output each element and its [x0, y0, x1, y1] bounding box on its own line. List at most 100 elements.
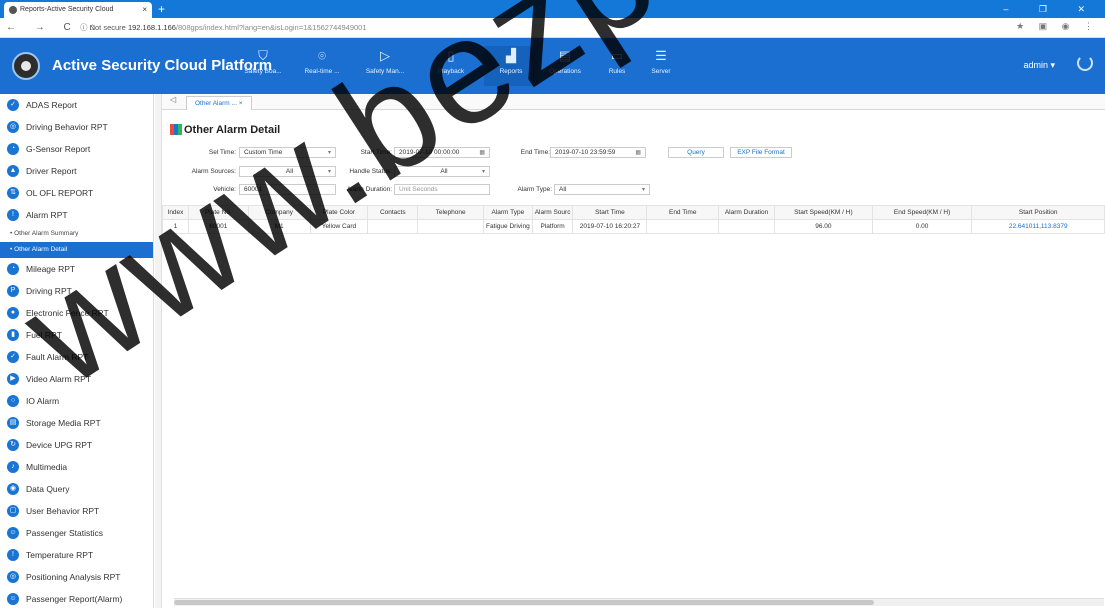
sidebar-item-multimedia[interactable]: ♪ Multimedia [0, 456, 153, 478]
table-cell: Fatigue Driving [482, 219, 533, 234]
sidebar-item-device-upg[interactable]: ↻ Device UPG RPT [0, 434, 153, 456]
query-icon: ◉ [7, 483, 19, 495]
end-time-field[interactable]: 2019-07-10 23:59:59 ▦ [550, 147, 646, 158]
extension-icons[interactable]: ★ ▣ ◉ ⋮ [1016, 21, 1099, 32]
url-field[interactable]: ⓘ Not secure 192.168.1.166/808gps/index.… [80, 20, 367, 36]
sidebar: ✓ ADAS Report ◎ Driving Behavior RPT ◔ G-Se… [0, 94, 154, 608]
column-header[interactable]: Telephone [417, 205, 484, 220]
sidebar-subitem-other-alarm-summary[interactable]: • Other Alarm Summary [0, 226, 153, 242]
column-header[interactable]: Start Time [572, 205, 648, 220]
user-behavior-icon: ▢ [7, 505, 19, 517]
address-bar: ← → C ⌂ ⓘ Not secure 192.168.1.166/808gp… [0, 18, 1105, 38]
start-position-link[interactable]: 22.641011,113.8379 [971, 219, 1105, 234]
logo-icon [12, 52, 40, 80]
column-header[interactable]: Alarm Type [482, 205, 533, 220]
sidebar-item-driving[interactable]: P Driving RPT [0, 280, 153, 302]
scrollbar-thumb[interactable] [174, 600, 874, 605]
sel-time-select[interactable]: Custom Time ▾ [239, 147, 336, 158]
sidebar-item-alarm-rpt[interactable]: ! Alarm RPT [0, 204, 153, 226]
start-time-field[interactable]: 2019-07-10 00:00:00 ▦ [394, 147, 490, 158]
calendar-icon[interactable]: ▦ [635, 148, 641, 157]
video-icon: ▶ [7, 373, 19, 385]
table-cell: 0.00 [871, 219, 973, 234]
passengers-icon: ☺ [7, 593, 19, 605]
sidebar-item-ol-ofl-report[interactable]: ⇅ OL OFL REPORT [0, 182, 153, 204]
table-cell: 2019-07-10 16:20:27 [572, 219, 648, 234]
handle-status-label: Handle Status: [349, 168, 392, 175]
handle-status-select[interactable]: All ▾ [394, 166, 490, 177]
column-header[interactable]: Company [247, 205, 311, 220]
vehicle-label: Vehicle: [213, 186, 236, 193]
alarm-type-label: Alarm Type: [517, 186, 552, 193]
sidebar-item-user-behavior[interactable]: ▢ User Behavior RPT [0, 500, 153, 522]
sidebar-item-passenger-statistics[interactable]: ☺ Passenger Statistics [0, 522, 153, 544]
window-controls[interactable]: – ❐ ✕ [1003, 0, 1099, 18]
nav-real-time[interactable]: ⌾ Real-time ... [295, 46, 349, 86]
nav-safety-management[interactable]: ▷ Safety Man... [358, 46, 412, 86]
close-tab-icon[interactable]: × [142, 2, 147, 18]
power-icon[interactable] [1077, 55, 1093, 71]
column-header[interactable]: Plate Color [309, 205, 369, 220]
calendar-icon[interactable]: ▦ [479, 148, 485, 157]
not-secure-indicator[interactable]: ⓘ Not secure [80, 23, 126, 32]
nav-playback[interactable]: ▯ Playback [424, 46, 478, 86]
browser-tab[interactable]: Reports-Active Security Cloud × [4, 2, 152, 18]
nav-reports[interactable]: ▟ Reports [484, 46, 538, 86]
sidebar-item-data-query[interactable]: ◉ Data Query [0, 478, 153, 500]
start-time-label: Start Time: [360, 149, 392, 156]
table-cell: 1 [162, 219, 189, 234]
column-header[interactable]: End Time [646, 205, 720, 220]
column-header[interactable]: Start Position [971, 205, 1105, 220]
alarm-detail-table: Index Plate No. Company Plate Color Cont… [162, 205, 1105, 234]
column-header[interactable]: Index [162, 205, 189, 220]
alarm-duration-field[interactable]: Unit Seconds [394, 184, 490, 195]
column-header[interactable]: End Speed(KM / H) [871, 205, 973, 220]
vehicle-field[interactable]: 60001 [239, 184, 336, 195]
column-header[interactable]: Contacts [367, 205, 419, 220]
sidebar-item-io-alarm[interactable]: ○ IO Alarm [0, 390, 153, 412]
query-button[interactable]: Query [668, 147, 724, 158]
io-icon: ○ [7, 395, 19, 407]
sidebar-item-mileage[interactable]: ◔ Mileage RPT [0, 258, 153, 280]
column-header[interactable]: Alarm Sourc [531, 205, 574, 220]
table-cell [718, 219, 775, 234]
sidebar-item-fuel[interactable]: ▮ Fuel RPT [0, 324, 153, 346]
column-header[interactable]: Plate No. [187, 205, 249, 220]
sidebar-item-adas-report[interactable]: ✓ ADAS Report [0, 94, 153, 116]
sidebar-scrollbar[interactable] [155, 94, 162, 608]
url-host: 192.168.1.166 [127, 23, 176, 32]
export-button[interactable]: EXP File Format [730, 147, 792, 158]
new-tab-button[interactable]: + [158, 0, 165, 18]
content-tab-bar: ◁ Other Alarm ... × [162, 94, 1105, 110]
alarm-sources-select[interactable]: All ▾ [239, 166, 336, 177]
column-header[interactable]: Alarm Duration [718, 205, 775, 220]
sidebar-subitem-other-alarm-detail[interactable]: • Other Alarm Detail [0, 242, 153, 258]
table-row[interactable]: 1 60001 M1 Yellow Card Fatigue Driving P… [162, 219, 1105, 234]
sidebar-item-video-alarm[interactable]: ▶ Video Alarm RPT [0, 368, 153, 390]
column-header[interactable]: Start Speed(KM / H) [774, 205, 873, 220]
alarm-duration-label: Alarm Duration: [346, 186, 392, 193]
sidebar-item-electronic-fence[interactable]: ● Electronic Fence RPT [0, 302, 153, 324]
nav-server[interactable]: ☰ Server [634, 46, 688, 86]
sidebar-item-fault-alarm[interactable]: ✓ Fault Alarm RPT [0, 346, 153, 368]
sidebar-item-driver-report[interactable]: ▲ Driver Report [0, 160, 153, 182]
warning-icon: ▲ [7, 165, 19, 177]
sidebar-item-storage-media[interactable]: ▤ Storage Media RPT [0, 412, 153, 434]
sidebar-item-passenger-report-alarm[interactable]: ☺ Passenger Report(Alarm) [0, 588, 153, 608]
sidebar-item-g-sensor[interactable]: ◔ G-Sensor Report [0, 138, 153, 160]
nav-operations[interactable]: ▤ Operations [538, 46, 592, 86]
sidebar-item-driving-behavior[interactable]: ◎ Driving Behavior RPT [0, 116, 153, 138]
alarm-type-select[interactable]: All ▾ [554, 184, 650, 195]
multimedia-icon: ♪ [7, 461, 19, 473]
passengers-icon: ☺ [7, 527, 19, 539]
sidebar-item-positioning-analysis[interactable]: ◎ Positioning Analysis RPT [0, 566, 153, 588]
page-title: Other Alarm Detail [184, 124, 281, 136]
tab-scroll-left-icon[interactable]: ◁ [170, 95, 176, 104]
steering-icon: ◎ [7, 121, 19, 133]
sidebar-item-temperature[interactable]: ! Temperature RPT [0, 544, 153, 566]
user-menu[interactable]: admin ▾ [1023, 60, 1055, 71]
horizontal-scrollbar[interactable] [174, 598, 1104, 606]
server-icon: ☰ [655, 48, 667, 63]
tab-other-alarm-detail[interactable]: Other Alarm ... × [186, 96, 252, 110]
nav-safety-board[interactable]: ⛉ Safety Boa... [236, 46, 290, 86]
